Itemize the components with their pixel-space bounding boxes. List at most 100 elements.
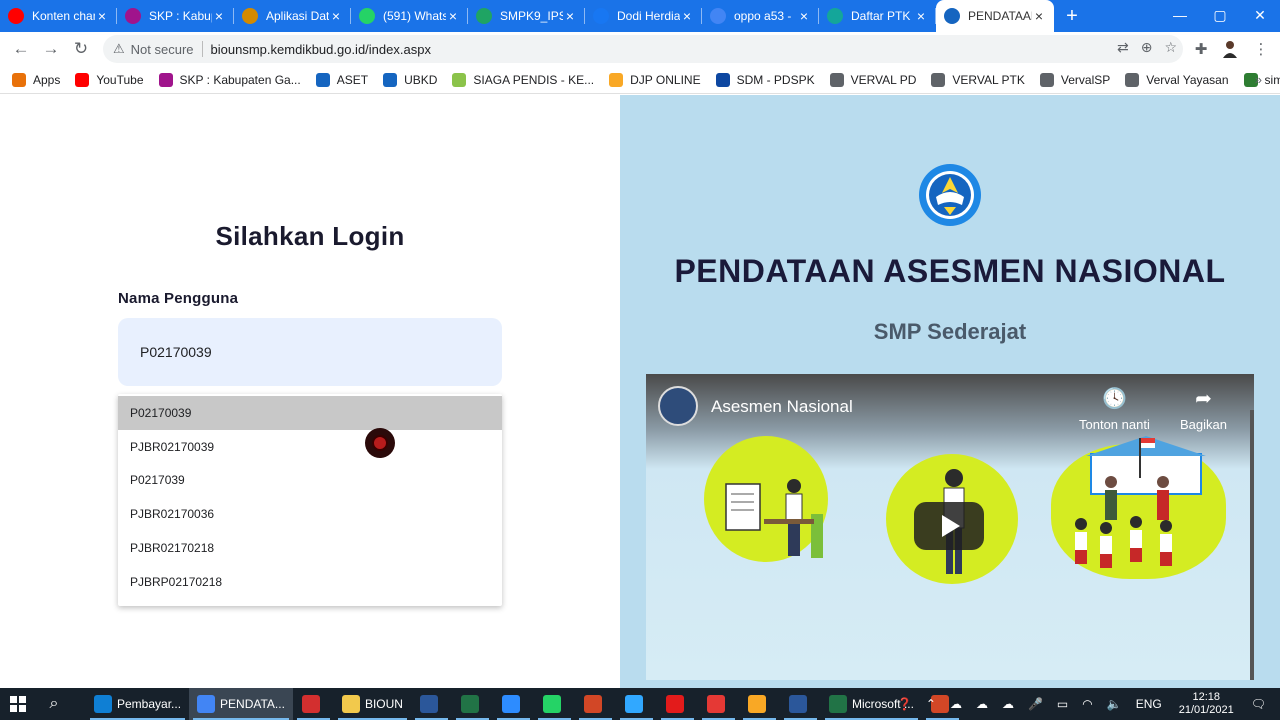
share-button[interactable]: ➦ Bagikan: [1180, 386, 1227, 432]
forward-button[interactable]: →: [36, 34, 66, 64]
autocomplete-dropdown: P02170039 PJBR02170039 P0217039 PJBR0217003…: [118, 394, 502, 606]
taskbar-app[interactable]: Pembayar...: [86, 688, 189, 720]
taskbar-app[interactable]: [698, 688, 739, 720]
bookmark-item[interactable]: Verval Yayasan: [1125, 72, 1229, 87]
drive-icon: [476, 8, 492, 24]
powerpoint-icon: [583, 695, 602, 713]
browser-tab[interactable]: Aplikasi Data×: [234, 0, 351, 32]
taskbar-app[interactable]: [575, 688, 616, 720]
pdf-viewer-icon: [301, 695, 320, 713]
browser-tab[interactable]: PENDATAAN×: [936, 0, 1054, 32]
windows-start-icon[interactable]: [0, 688, 36, 720]
browser-tab[interactable]: Dodi Herdian×: [585, 0, 702, 32]
taskbar-app[interactable]: BIOUN: [334, 688, 411, 720]
record-icon: [706, 695, 725, 713]
close-tab-icon[interactable]: ×: [446, 9, 460, 23]
taskbar-app[interactable]: [616, 688, 657, 720]
close-tab-icon[interactable]: ×: [1032, 9, 1046, 23]
tab-label: (591) WhatsApp: [383, 9, 446, 23]
taskbar-app[interactable]: [293, 688, 334, 720]
autocomplete-option[interactable]: P0217039: [118, 464, 502, 498]
bookmark-item[interactable]: ASET: [315, 72, 368, 87]
bookmark-item[interactable]: SIAGA PENDIS - KE...: [452, 72, 594, 87]
onedrive-icon[interactable]: ☁: [976, 697, 988, 711]
browser-tab[interactable]: Daftar PTK ×: [819, 0, 936, 32]
close-tab-icon[interactable]: ×: [914, 9, 928, 23]
close-tab-icon[interactable]: ×: [797, 9, 811, 23]
battery-icon[interactable]: ▭: [1057, 697, 1068, 711]
taskbar-app[interactable]: [739, 688, 780, 720]
autocomplete-option[interactable]: PJBR02170218: [118, 531, 502, 565]
bookmark-item[interactable]: SDM - PDSPK: [715, 72, 815, 87]
clock[interactable]: 12:18 21/01/2021: [1179, 691, 1234, 717]
bookmark-item[interactable]: VervalSP: [1039, 72, 1110, 87]
volume-icon[interactable]: 🔈: [1107, 697, 1122, 711]
language-indicator[interactable]: ENG: [1136, 697, 1162, 711]
reload-button[interactable]: ↻: [66, 34, 96, 64]
video-title[interactable]: Asesmen Nasional: [711, 397, 853, 417]
new-tab-button[interactable]: +: [1054, 0, 1090, 32]
bookmark-star-icon[interactable]: ☆: [1164, 39, 1177, 56]
taskbar-app[interactable]: [534, 688, 575, 720]
autocomplete-option[interactable]: PJBR02170036: [118, 497, 502, 531]
clock-time: 12:18: [1192, 691, 1220, 703]
autocomplete-option[interactable]: PJBR02170039: [118, 430, 502, 464]
search-icon[interactable]: ⌕: [36, 688, 72, 720]
browser-tab[interactable]: SKP : Kabupaten×: [117, 0, 234, 32]
wifi-icon[interactable]: ◠: [1082, 697, 1092, 711]
profile-avatar[interactable]: [1217, 36, 1243, 62]
channel-avatar[interactable]: [658, 386, 698, 426]
bookmark-item[interactable]: DJP ONLINE: [609, 72, 701, 87]
close-window-button[interactable]: ✕: [1240, 0, 1280, 30]
translate-icon[interactable]: ⇄: [1117, 39, 1129, 56]
browser-tab[interactable]: oppo a53 - ×: [702, 0, 819, 32]
close-tab-icon[interactable]: ×: [563, 9, 577, 23]
bookmark-item[interactable]: SKP : Kabupaten Ga...: [158, 72, 301, 87]
taskbar-app[interactable]: [493, 688, 534, 720]
taskbar-app[interactable]: [411, 688, 452, 720]
taskbar-app[interactable]: PENDATA...: [189, 688, 293, 720]
bookmark-item[interactable]: YouTube: [75, 72, 144, 87]
watch-later-button[interactable]: 🕓 Tonton nanti: [1079, 386, 1150, 432]
autocomplete-option[interactable]: P02170039: [118, 396, 502, 430]
kemdikbud-icon: [944, 8, 960, 24]
more-bookmarks-icon[interactable]: »: [1255, 72, 1262, 87]
tray-chevron-up-icon[interactable]: ⌃: [926, 697, 936, 711]
taskbar-apps: Pembayar... PENDATA... BIOUN Microsoft ...: [86, 688, 963, 720]
browser-tab[interactable]: Konten channel×: [0, 0, 117, 32]
play-button[interactable]: [914, 502, 984, 550]
skp-icon: [158, 72, 173, 87]
close-tab-icon[interactable]: ×: [329, 9, 343, 23]
close-tab-icon[interactable]: ×: [680, 9, 694, 23]
zoom-icon[interactable]: ⊕: [1141, 39, 1153, 56]
minimize-button[interactable]: —: [1160, 0, 1200, 30]
address-bar[interactable]: ⚠ Not secure biounsmp.kemdikbud.go.id/in…: [103, 35, 1183, 63]
browser-tab[interactable]: SMPK9_IPS ×: [468, 0, 585, 32]
bookmark-item[interactable]: VERVAL PTK: [931, 72, 1025, 87]
photoshop-icon: [624, 695, 643, 713]
bookmark-item[interactable]: UBKD: [383, 72, 437, 87]
autocomplete-option[interactable]: PJBRP02170218: [118, 565, 502, 599]
close-tab-icon[interactable]: ×: [212, 9, 226, 23]
close-tab-icon[interactable]: ×: [95, 9, 109, 23]
security-label: Not secure: [130, 41, 194, 57]
microphone-icon[interactable]: 🎤: [1028, 697, 1043, 711]
taskbar-app[interactable]: [780, 688, 821, 720]
username-input[interactable]: [118, 318, 502, 386]
page-scrollbar[interactable]: [1250, 410, 1254, 680]
back-button[interactable]: ←: [6, 34, 36, 64]
taskbar-app[interactable]: [657, 688, 698, 720]
browser-tab[interactable]: (591) WhatsApp×: [351, 0, 468, 32]
menu-kebab-icon[interactable]: ⋮: [1248, 36, 1274, 62]
help-icon[interactable]: ❓: [897, 697, 912, 711]
edge-icon: [94, 695, 112, 713]
maximize-button[interactable]: ▢: [1200, 0, 1240, 30]
video-player[interactable]: Asesmen Nasional 🕓 Tonton nanti ➦ Bagika…: [646, 374, 1254, 680]
notifications-icon[interactable]: 🗨: [1251, 697, 1266, 711]
onedrive-icon[interactable]: ☁: [950, 697, 962, 711]
extensions-puzzle-icon[interactable]: ✚: [1188, 36, 1214, 62]
bookmark-item[interactable]: Apps: [12, 72, 60, 87]
taskbar-app[interactable]: [452, 688, 493, 720]
bookmark-item[interactable]: VERVAL PD: [829, 72, 916, 87]
cloud-icon[interactable]: ☁: [1002, 697, 1014, 711]
